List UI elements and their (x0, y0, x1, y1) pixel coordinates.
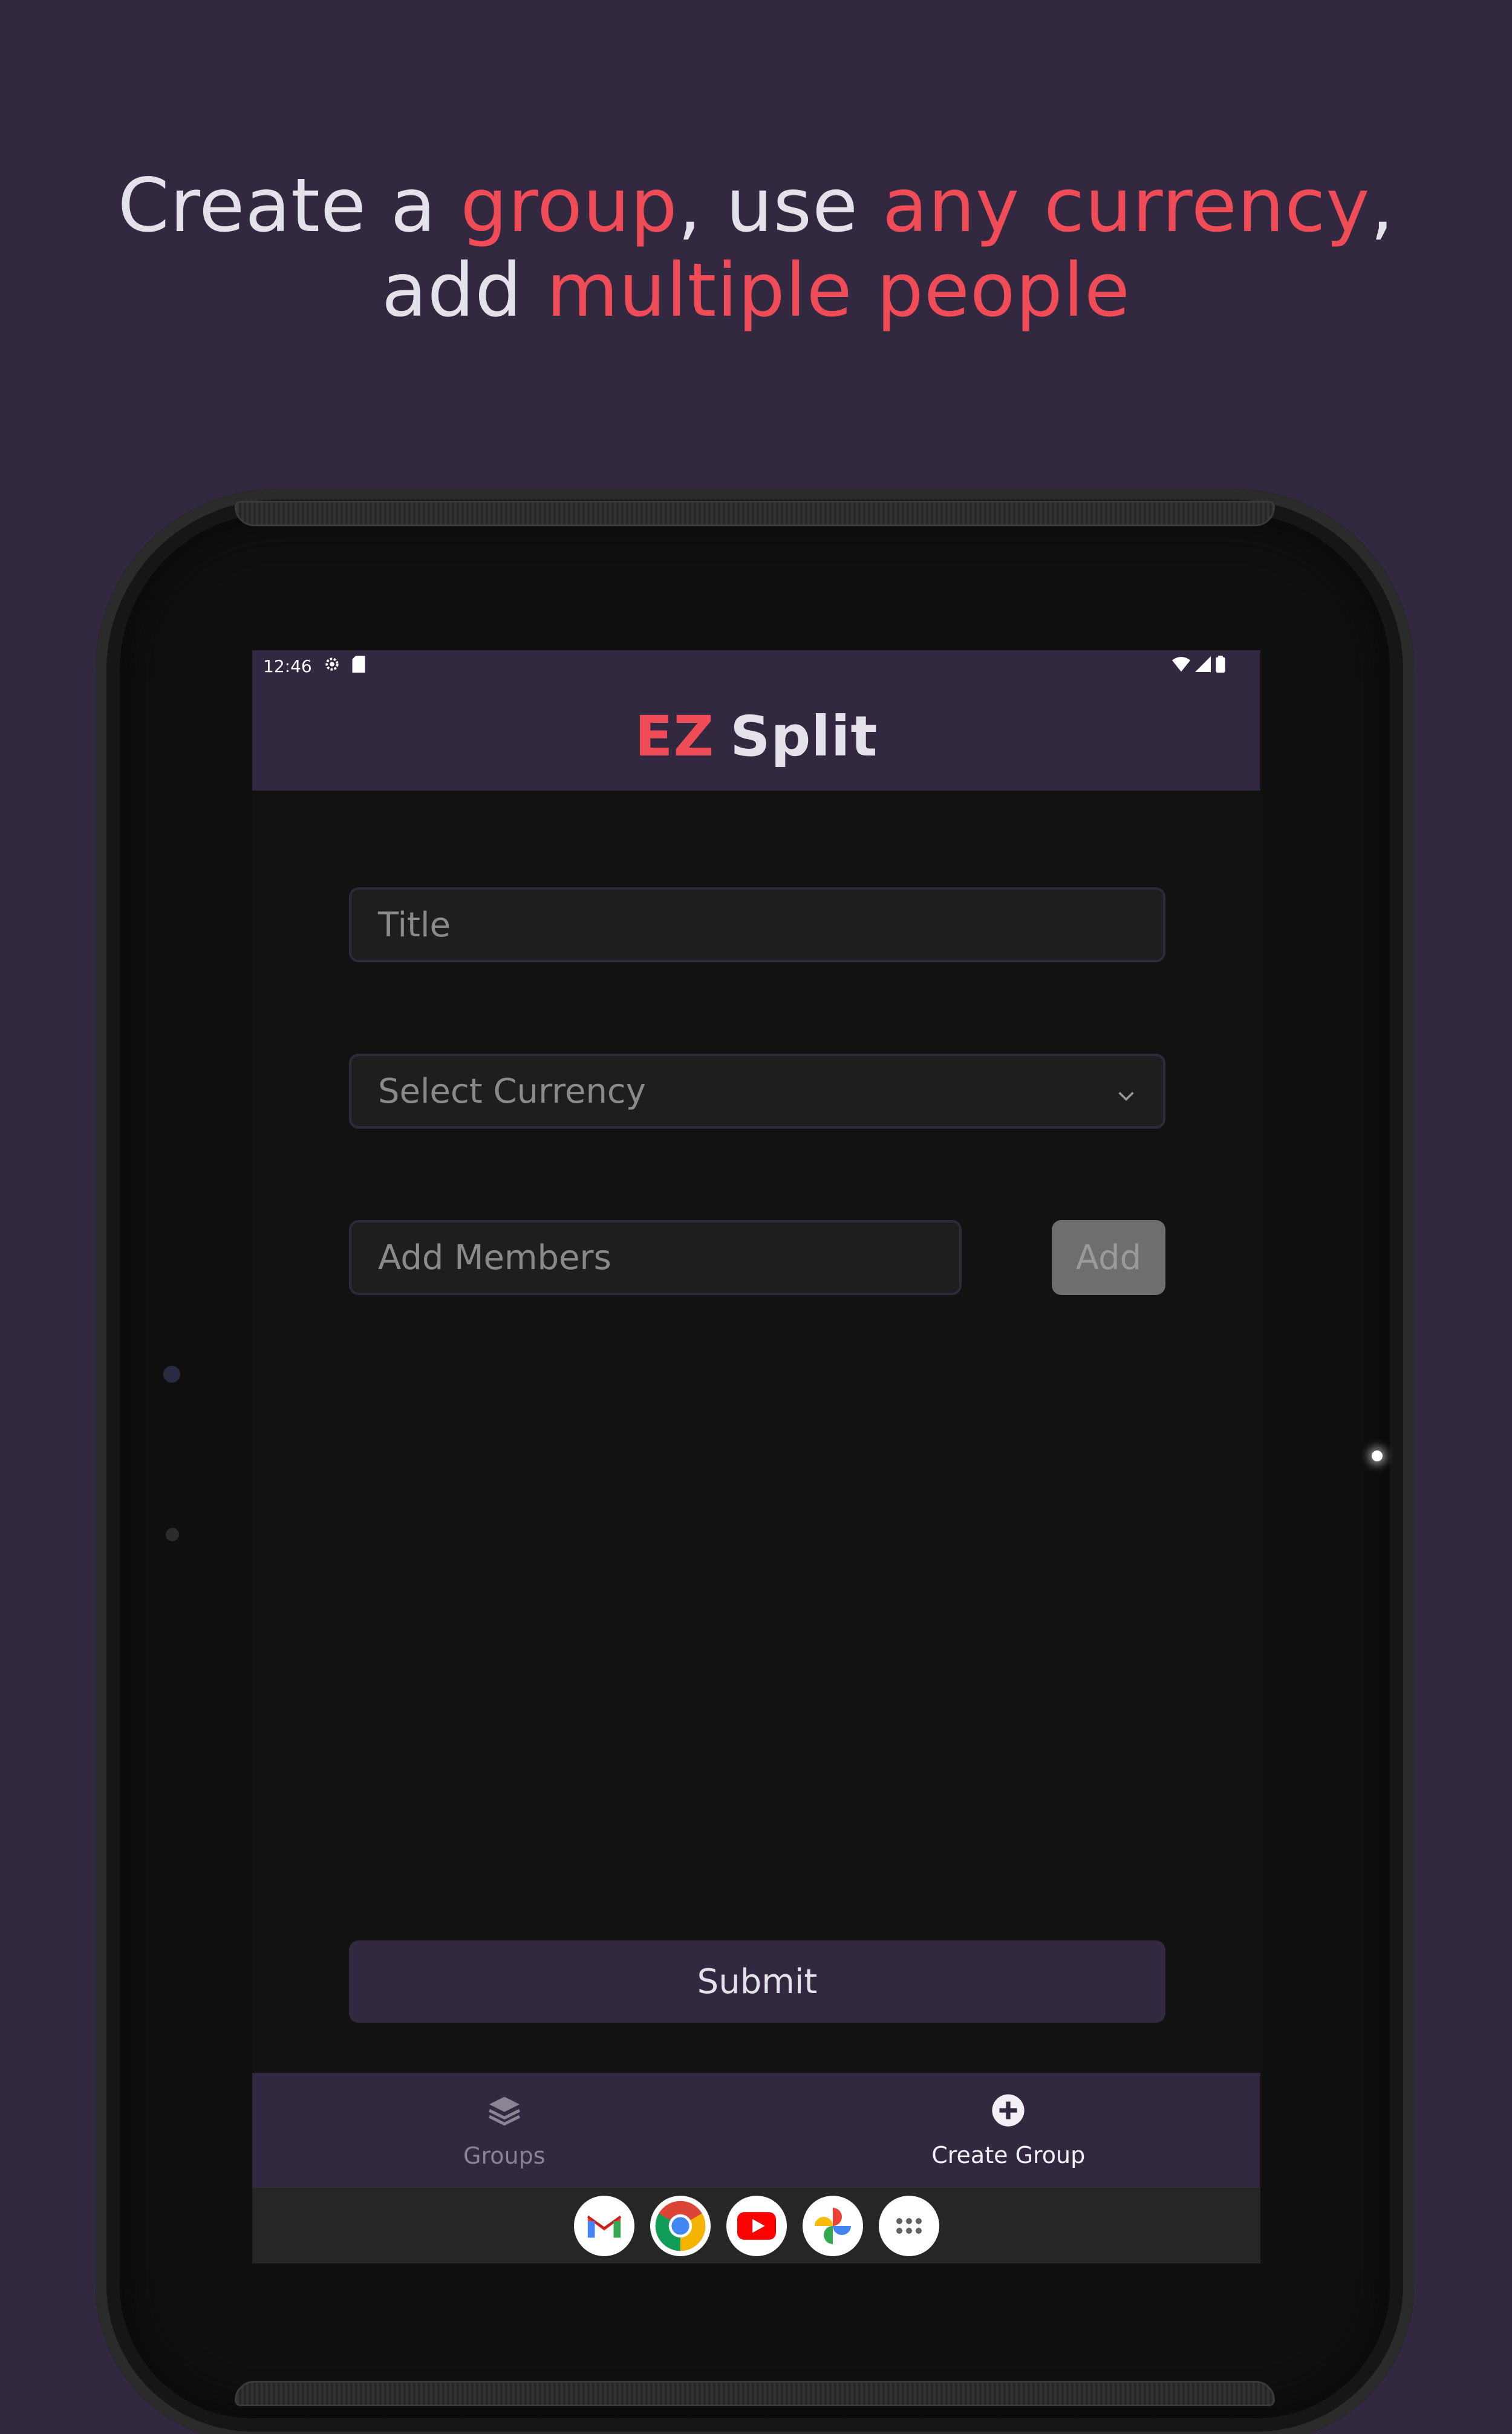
bottom-navigation: Groups Create Group (252, 2073, 1260, 2188)
nav-item-groups[interactable]: Groups (252, 2073, 757, 2188)
currency-select[interactable]: Select Currency (349, 1054, 1165, 1129)
submit-button[interactable]: Submit (349, 1940, 1165, 2023)
gmail-icon[interactable] (573, 2195, 634, 2256)
app-dock (252, 2188, 1260, 2263)
headline-line-1: Create a group, use any currency, (117, 163, 1395, 249)
wifi-icon (1172, 656, 1190, 676)
headline-accent-people: multiple people (546, 247, 1130, 333)
members-placeholder: Add Members (378, 1238, 611, 1277)
marketing-headline: Create a group, use any currency, add mu… (0, 163, 1512, 333)
light-sensor-icon (1372, 1450, 1383, 1461)
headline-line-2: add multiple people (382, 247, 1130, 333)
sensor-dot-icon (166, 1528, 179, 1541)
add-members-input[interactable]: Add Members (349, 1220, 962, 1295)
speaker-grille-bottom (235, 2381, 1275, 2406)
chrome-icon[interactable] (650, 2195, 711, 2256)
plus-circle-icon (991, 2093, 1026, 2133)
title-input[interactable]: Title (349, 887, 1165, 962)
sd-card-icon (352, 655, 365, 677)
photos-icon[interactable] (802, 2195, 863, 2256)
camera-dot-icon (163, 1366, 180, 1383)
app-drawer-icon[interactable] (878, 2195, 939, 2256)
app-title-accent: EZ (634, 703, 715, 769)
headline-accent-currency: any currency (882, 163, 1370, 249)
app-title: Split (730, 703, 878, 769)
app-title-bar: EZ Split (252, 682, 1260, 791)
status-time: 12:46 (263, 656, 312, 676)
nav-label-groups: Groups (463, 2142, 546, 2169)
title-placeholder: Title (378, 905, 451, 945)
nav-item-create-group[interactable]: Create Group (757, 2073, 1261, 2188)
battery-icon (1216, 655, 1225, 677)
status-bar: 12:46 (252, 650, 1260, 682)
currency-placeholder: Select Currency (378, 1071, 646, 1111)
add-member-button[interactable]: Add (1052, 1220, 1165, 1295)
chevron-down-icon (1116, 1072, 1136, 1111)
settings-gear-icon (323, 655, 341, 677)
speaker-grille-top (235, 501, 1275, 526)
headline-accent-group: group (460, 163, 678, 249)
signal-icon (1195, 656, 1211, 676)
layers-icon (486, 2092, 523, 2134)
device-screen: 12:46 EZ Split Title Select Currency Add… (252, 650, 1260, 2263)
nav-label-create-group: Create Group (931, 2141, 1086, 2168)
youtube-icon[interactable] (726, 2195, 787, 2256)
